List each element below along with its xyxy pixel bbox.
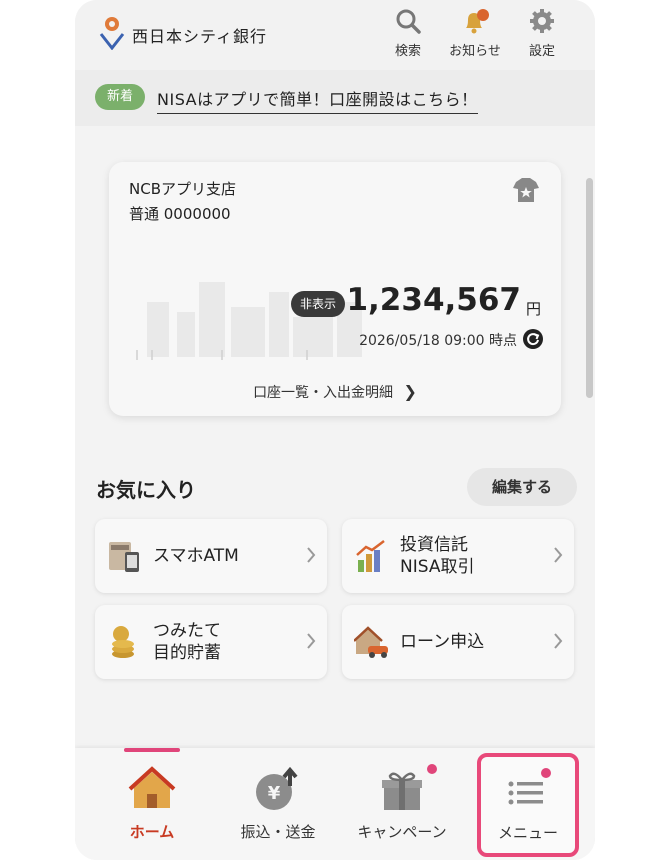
refresh-button[interactable]	[523, 329, 543, 349]
menu-list-icon	[508, 781, 543, 805]
edit-favorites-button[interactable]: 編集する	[467, 468, 577, 506]
news-link[interactable]: NISAはアプリで簡単！口座開設はこちら！	[157, 86, 478, 114]
tile-label: 投資信託 NISA取引	[400, 535, 475, 577]
investment-chart-icon	[356, 540, 385, 572]
search-icon	[396, 9, 421, 34]
bank-logo	[99, 17, 125, 50]
account-list-link[interactable]: 口座一覧・入出金明細 ❯	[109, 382, 561, 402]
tile-label: スマホATM	[153, 546, 239, 566]
gift-icon	[382, 772, 422, 810]
balance-timestamp: 2026/05/18 09:00 時点	[359, 333, 517, 349]
settings-label: 設定	[528, 44, 555, 59]
search-label: 検索	[394, 44, 421, 59]
scrollbar[interactable]	[586, 178, 593, 398]
yen-transfer-icon: ¥	[256, 766, 298, 810]
app-header: 西日本シティ銀行 検索 お知らせ 設定	[75, 0, 595, 70]
card-design-icon[interactable]	[511, 176, 541, 204]
favorites-title: お気に入り	[96, 478, 196, 502]
app-screen: 西日本シティ銀行 検索 お知らせ 設定 新着 NISAはアプリで簡単！口座開設は…	[75, 0, 595, 860]
nav-label: キャンペーン	[357, 823, 447, 841]
account-card[interactable]: NCBアプリ支店 普通 0000000 非表示 1,234,567 円 2026…	[109, 162, 561, 416]
chevron-right-icon	[554, 547, 563, 563]
tile-label: ローン申込	[400, 632, 485, 652]
account-number: 普通 0000000	[129, 205, 231, 223]
bottom-navigation: ホーム ¥ 振込・送金 キャンペーン メニュー	[75, 748, 595, 860]
new-badge: 新着	[95, 84, 145, 110]
bell-icon	[466, 9, 489, 34]
settings-button[interactable]: 設定	[512, 8, 572, 59]
house-car-icon	[354, 626, 388, 658]
bank-name: 西日本シティ銀行	[132, 27, 268, 46]
menu-notification-dot	[541, 768, 551, 778]
svg-text:¥: ¥	[268, 783, 281, 804]
home-icon	[128, 766, 176, 808]
balance-amount: 1,234,567	[346, 282, 521, 318]
currency-unit: 円	[525, 300, 541, 318]
favorite-loan-application[interactable]: ローン申込	[342, 605, 574, 679]
chevron-right-icon	[554, 633, 563, 649]
coin-stack-icon	[112, 626, 134, 658]
favorite-smartphone-atm[interactable]: スマホATM	[95, 519, 327, 593]
campaign-notification-dot	[427, 764, 437, 774]
favorite-savings[interactable]: つみたて 目的貯蓄	[95, 605, 327, 679]
smartphone-atm-icon	[109, 542, 139, 572]
chevron-right-icon	[307, 633, 316, 649]
account-branch: NCBアプリ支店	[129, 180, 236, 198]
notifications-button[interactable]: お知らせ	[445, 8, 505, 59]
chevron-right-icon: ❯	[403, 382, 417, 401]
gear-icon	[530, 9, 554, 33]
notice-label: お知らせ	[449, 44, 501, 59]
chevron-right-icon	[307, 547, 316, 563]
nav-label: メニュー	[497, 824, 558, 842]
favorite-investment-nisa[interactable]: 投資信託 NISA取引	[342, 519, 574, 593]
nav-menu[interactable]: メニュー	[477, 753, 579, 857]
nav-transfer[interactable]: ¥ 振込・送金	[218, 748, 338, 848]
refresh-icon	[527, 333, 540, 346]
account-list-label: 口座一覧・入出金明細	[253, 385, 394, 401]
tile-label: つみたて 目的貯蓄	[153, 621, 221, 663]
search-button[interactable]: 検索	[378, 8, 438, 59]
city-skyline-illustration	[136, 282, 362, 360]
hide-balance-toggle[interactable]: 非表示	[291, 291, 345, 317]
nav-home[interactable]: ホーム	[92, 748, 212, 848]
nav-label: ホーム	[129, 823, 175, 841]
nav-label: 振込・送金	[240, 823, 316, 841]
nav-campaign[interactable]: キャンペーン	[342, 748, 462, 848]
